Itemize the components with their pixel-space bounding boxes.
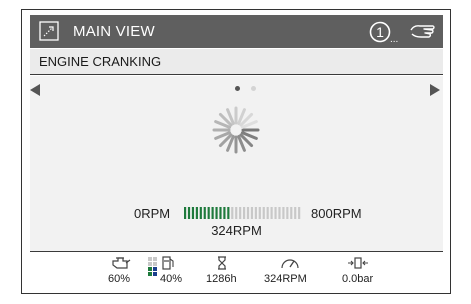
rpm-segment-inactive xyxy=(262,207,265,219)
main-view-icon[interactable] xyxy=(39,21,59,41)
rpm-segment-inactive xyxy=(278,207,281,219)
page-title: MAIN VIEW xyxy=(73,23,155,40)
fuel-level-bars-icon xyxy=(148,257,157,276)
engine-rpm-item: 324RPM xyxy=(262,252,318,290)
rpm-segment-inactive xyxy=(250,207,254,219)
next-page-arrow-icon[interactable] xyxy=(430,84,440,96)
pressure-sensor-icon xyxy=(348,257,368,269)
fuel-level-value: 40% xyxy=(160,273,183,285)
fuel-bar-filled xyxy=(148,272,152,276)
fuel-bar-empty xyxy=(153,262,157,266)
rpm-segment-inactive xyxy=(258,207,261,219)
main-panel: 0RPM 800RPM 324RPM xyxy=(30,76,443,251)
engine-hours-value: 1286h xyxy=(206,273,237,285)
rpm-segment-inactive xyxy=(270,207,273,219)
fuel-bar-empty xyxy=(148,257,152,261)
status-header: ENGINE CRANKING xyxy=(30,49,443,75)
rpm-segment-active xyxy=(211,207,214,219)
loading-spinner-icon xyxy=(212,106,260,154)
fuel-bar-filled xyxy=(153,267,157,271)
oil-pressure-item: 0.0bar xyxy=(342,252,382,290)
rpm-current-value: 324RPM xyxy=(211,223,262,238)
rpm-segment-active xyxy=(184,207,187,219)
fuel-pump-icon xyxy=(162,256,174,270)
rpm-segment-active xyxy=(199,207,202,219)
rpm-segment-active xyxy=(191,207,195,219)
status-bar: 60% 40% 1286h 324RPM 0.0bar xyxy=(30,251,443,289)
page-dot-active[interactable] xyxy=(235,86,240,91)
rpm-segment-active xyxy=(227,207,230,219)
rpm-segment-active xyxy=(203,207,206,219)
alarm-count: 1 xyxy=(376,24,384,40)
rpm-segment-active xyxy=(195,207,198,219)
rpm-segment-inactive xyxy=(294,207,297,219)
engine-rpm-value: 324RPM xyxy=(264,273,307,285)
rpm-segment-active xyxy=(223,207,226,219)
rpm-segment-inactive xyxy=(243,207,246,219)
engine-hours-item: 1286h xyxy=(206,252,246,290)
rpm-segment-inactive xyxy=(231,207,234,219)
rpm-segment-inactive xyxy=(239,207,242,219)
alarm-ellipsis: ... xyxy=(390,34,398,44)
fuel-level-item: 40% xyxy=(148,252,194,290)
fuel-bar-empty xyxy=(153,257,157,261)
rpm-bar-gauge xyxy=(184,207,301,219)
rpm-segment-active xyxy=(219,207,222,219)
rpm-segment-inactive xyxy=(254,207,257,219)
fuel-bar-filled xyxy=(153,272,157,276)
engine-load-value: 60% xyxy=(108,273,131,285)
rpm-segment-inactive xyxy=(246,207,250,219)
rpm-max-label: 800RPM xyxy=(311,206,362,221)
rpm-segment-inactive xyxy=(235,207,238,219)
alarm-icon[interactable]: 1 ... xyxy=(369,20,403,44)
hand-mode-icon[interactable] xyxy=(408,21,438,41)
rpm-segment-inactive xyxy=(266,207,269,219)
rpm-min-label: 0RPM xyxy=(134,206,171,221)
rpm-segment-active xyxy=(215,207,218,219)
page-dot-inactive[interactable] xyxy=(251,86,256,91)
engine-load-icon xyxy=(112,257,131,269)
fuel-bar-empty xyxy=(148,262,152,266)
rpm-segment-inactive xyxy=(274,207,277,219)
rpm-segment-active xyxy=(207,207,210,219)
hourglass-icon xyxy=(218,256,226,270)
oil-pressure-value: 0.0bar xyxy=(342,273,374,285)
rpm-segment-inactive xyxy=(298,207,301,219)
rpm-segment-active xyxy=(187,207,191,219)
previous-page-arrow-icon[interactable] xyxy=(30,84,40,96)
rpm-segment-inactive xyxy=(282,207,285,219)
rpm-segment-inactive xyxy=(290,207,293,219)
fuel-bar-filled xyxy=(148,267,152,271)
speedometer-icon xyxy=(281,259,299,269)
engine-state-label: ENGINE CRANKING xyxy=(39,54,162,69)
rpm-segment-inactive xyxy=(286,207,289,219)
engine-load-item: 60% xyxy=(108,252,148,290)
title-bar: MAIN VIEW 1 ... xyxy=(30,15,443,48)
